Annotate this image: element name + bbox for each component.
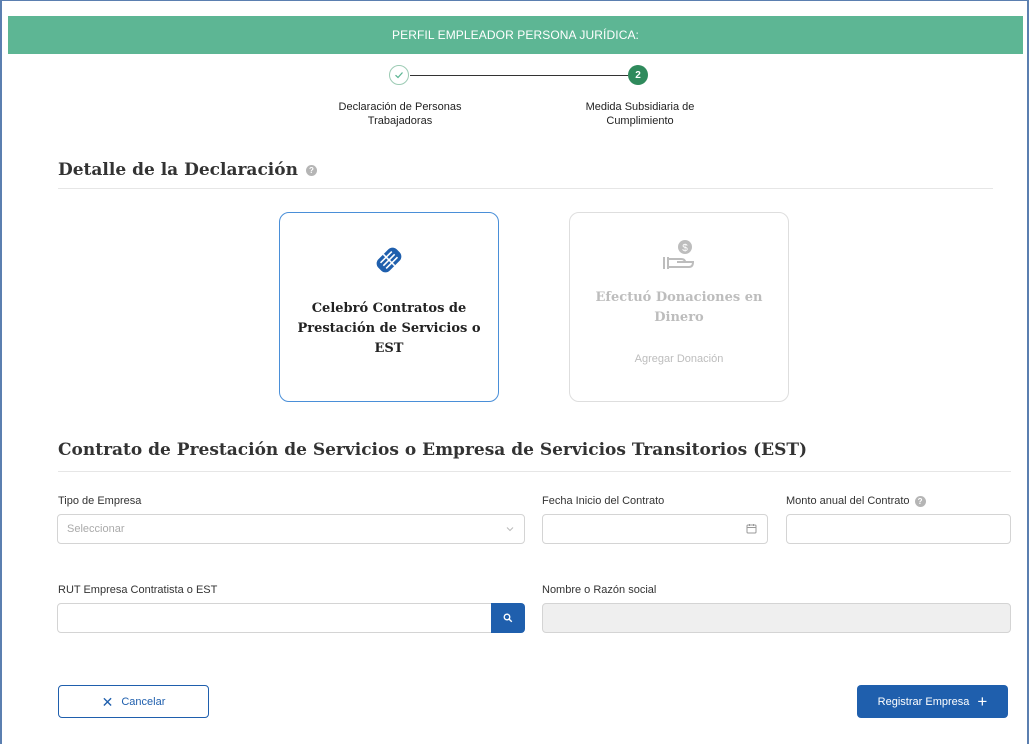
section-divider	[58, 471, 1011, 472]
search-icon	[503, 613, 513, 623]
rut-search-button[interactable]	[491, 603, 525, 633]
close-icon: ✕	[101, 693, 114, 710]
razon-social-label: Nombre o Razón social	[542, 584, 656, 596]
card-contratos-servicios[interactable]: Celebró Contratos de Prestación de Servi…	[279, 212, 499, 402]
hand-money-icon: $	[663, 240, 695, 269]
rut-label: RUT Empresa Contratista o EST	[58, 584, 217, 596]
razon-social-label-text: Nombre o Razón social	[542, 584, 657, 596]
header-title: PERFIL EMPLEADOR PERSONA JURÍDICA:	[391, 28, 639, 42]
cancel-button[interactable]: ✕ Cancelar	[58, 685, 209, 718]
fecha-inicio-input[interactable]	[542, 514, 768, 544]
step-2-label: Medida Subsidiaria de Cumplimiento	[585, 101, 695, 127]
chevron-down-icon	[506, 527, 514, 532]
stepper-connector	[410, 75, 628, 76]
monto-anual-label-text: Monto anual del Contrato	[786, 495, 910, 507]
rut-input[interactable]	[57, 603, 493, 633]
section-divider	[58, 188, 993, 189]
question-icon[interactable]: ?	[914, 495, 926, 507]
step-2-active[interactable]: 2	[628, 65, 648, 85]
rut-label-text: RUT Empresa Contratista o EST	[58, 584, 218, 596]
step-1-completed[interactable]	[389, 65, 409, 85]
step-1-label: Declaración de Personas Trabajadoras	[338, 101, 462, 127]
contract-title: Contrato de Prestación de Servicios o Em…	[58, 440, 808, 460]
svg-text:$: $	[682, 243, 688, 254]
tipo-empresa-select[interactable]: Seleccionar	[57, 514, 525, 544]
razon-social-input	[542, 603, 1011, 633]
declaration-title: Detalle de la Declaración ?	[58, 160, 317, 180]
card-contratos-title: Celebró Contratos de Prestación de Servi…	[297, 301, 481, 356]
fecha-inicio-label-text: Fecha Inicio del Contrato	[542, 495, 665, 507]
monto-anual-label: Monto anual del Contrato ?	[786, 495, 926, 507]
plus-icon: +	[977, 692, 988, 711]
handshake-icon	[376, 247, 402, 273]
card-donaciones-title: Efectuó Donaciones en Dinero	[595, 290, 763, 325]
tipo-empresa-label: Tipo de Empresa	[58, 495, 141, 507]
cancel-button-label: Cancelar	[121, 695, 166, 708]
profile-header: PERFIL EMPLEADOR PERSONA JURÍDICA:	[8, 16, 1023, 54]
declaration-title-text: Detalle de la Declaración	[58, 160, 298, 180]
monto-anual-input[interactable]	[786, 514, 1011, 544]
register-company-button[interactable]: Registrar Empresa +	[857, 685, 1008, 718]
calendar-icon[interactable]	[746, 523, 757, 534]
register-button-label: Registrar Empresa	[877, 695, 970, 708]
add-donation-link[interactable]: Agregar Donación	[570, 353, 788, 365]
fecha-inicio-label: Fecha Inicio del Contrato	[542, 495, 664, 507]
tipo-empresa-placeholder: Seleccionar	[67, 523, 125, 535]
check-icon	[395, 72, 403, 79]
question-icon[interactable]: ?	[305, 164, 317, 176]
tipo-empresa-label-text: Tipo de Empresa	[58, 495, 142, 507]
step-2-number: 2	[635, 69, 641, 81]
card-donaciones[interactable]: $ Efectuó Donaciones en Dinero Agregar D…	[569, 212, 789, 402]
